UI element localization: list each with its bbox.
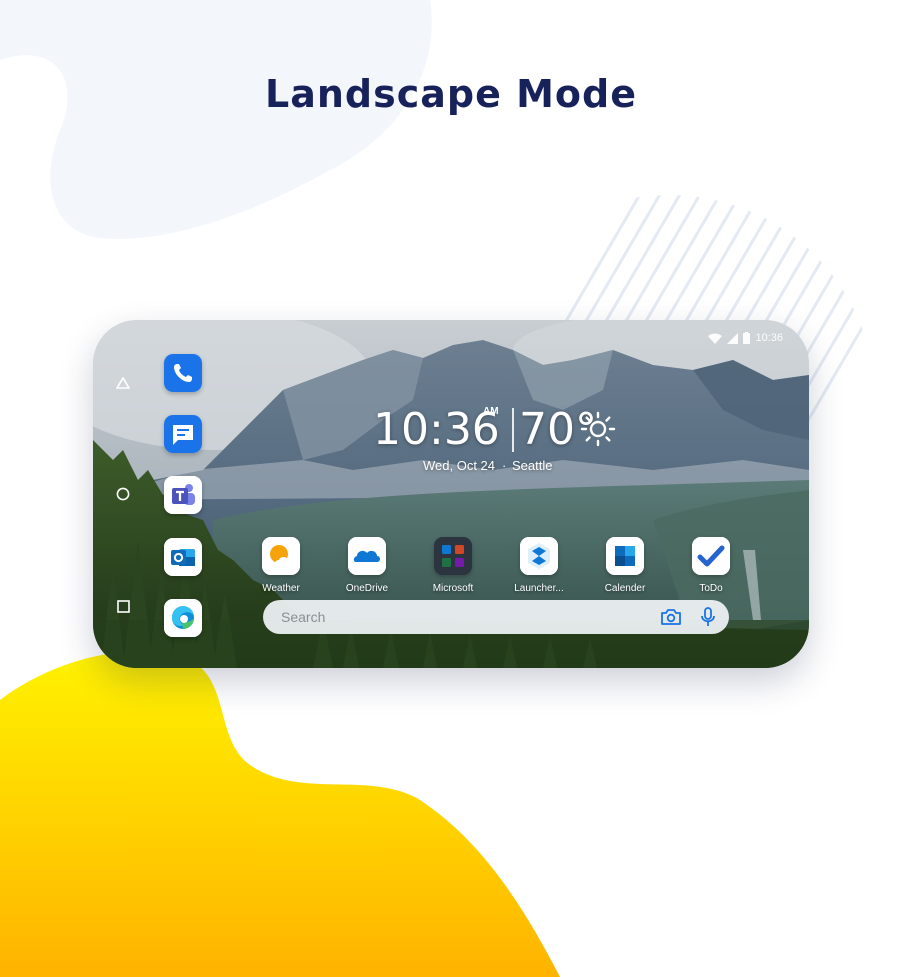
clock-date: Wed, Oct 24 [423,458,496,473]
launcher-icon [520,537,558,575]
todo-icon [692,537,730,575]
teams-icon [164,476,202,514]
search-placeholder: Search [281,609,326,625]
home-app-weather[interactable]: Weather [246,537,316,594]
battery-icon [743,332,751,344]
weather-app-tile[interactable] [262,537,300,575]
wifi-icon [708,333,723,344]
calendar-app-tile[interactable] [606,537,644,575]
app-label: ToDo [699,583,723,594]
navigation-bar [111,320,135,668]
microphone-icon[interactable] [699,607,717,627]
microsoft-folder-tile[interactable] [434,537,472,575]
outlook-icon [164,538,202,576]
weather-icon [262,537,300,575]
page-title: Landscape Mode [265,72,637,116]
home-app-microsoft[interactable]: Microsoft [418,537,488,594]
recents-icon [116,599,130,613]
search-bar[interactable]: Search [263,600,729,634]
onedrive-app-tile[interactable] [348,537,386,575]
recents-button[interactable] [113,596,133,616]
clock-divider [512,408,514,452]
launcher-app-tile[interactable] [520,537,558,575]
camera-icon[interactable] [660,608,682,626]
clock-weather-widget[interactable]: 10:36 AM 70° Wed, Oct 24 · Seattle [369,400,629,473]
edge-icon [164,599,202,637]
back-icon [116,377,130,389]
edge-app[interactable] [164,599,202,637]
microsoft-folder-icon [434,537,472,575]
sun-icon [580,411,616,447]
weather-city: Seattle [512,458,553,473]
home-app-launcher[interactable]: Launcher... [504,537,574,594]
home-app-todo[interactable]: ToDo [676,537,746,594]
app-label: OneDrive [345,583,389,594]
messages-app[interactable] [164,415,202,453]
teams-app[interactable] [164,476,202,514]
clock-ampm: AM [483,406,499,417]
calendar-icon [606,537,644,575]
home-app-onedrive[interactable]: OneDrive [332,537,402,594]
home-icon [116,487,130,501]
back-button[interactable] [113,373,133,393]
signal-icon [727,332,739,344]
blue-blob-shape [0,0,432,239]
app-label: Launcher... [514,583,564,594]
app-label: Weather [262,583,300,594]
status-bar: 10:36 [708,332,783,344]
home-button[interactable] [113,484,133,504]
outlook-app[interactable] [164,538,202,576]
app-label: Calender [604,583,646,594]
yellow-blob-shape [0,651,560,977]
clock-time: 10:36 [373,404,500,455]
onedrive-icon [348,537,386,575]
phone-app[interactable] [164,354,202,392]
clock-separator-dot: · [502,458,507,473]
home-app-calendar[interactable]: Calender [590,537,660,594]
phone-screen: 10:36 10:36 AM 70° Wed, Oct 24 · Seattle… [93,320,809,668]
todo-app-tile[interactable] [692,537,730,575]
messages-icon [164,415,202,453]
app-label: Microsoft [432,583,474,594]
phone-icon [164,354,202,392]
status-time: 10:36 [755,332,783,344]
